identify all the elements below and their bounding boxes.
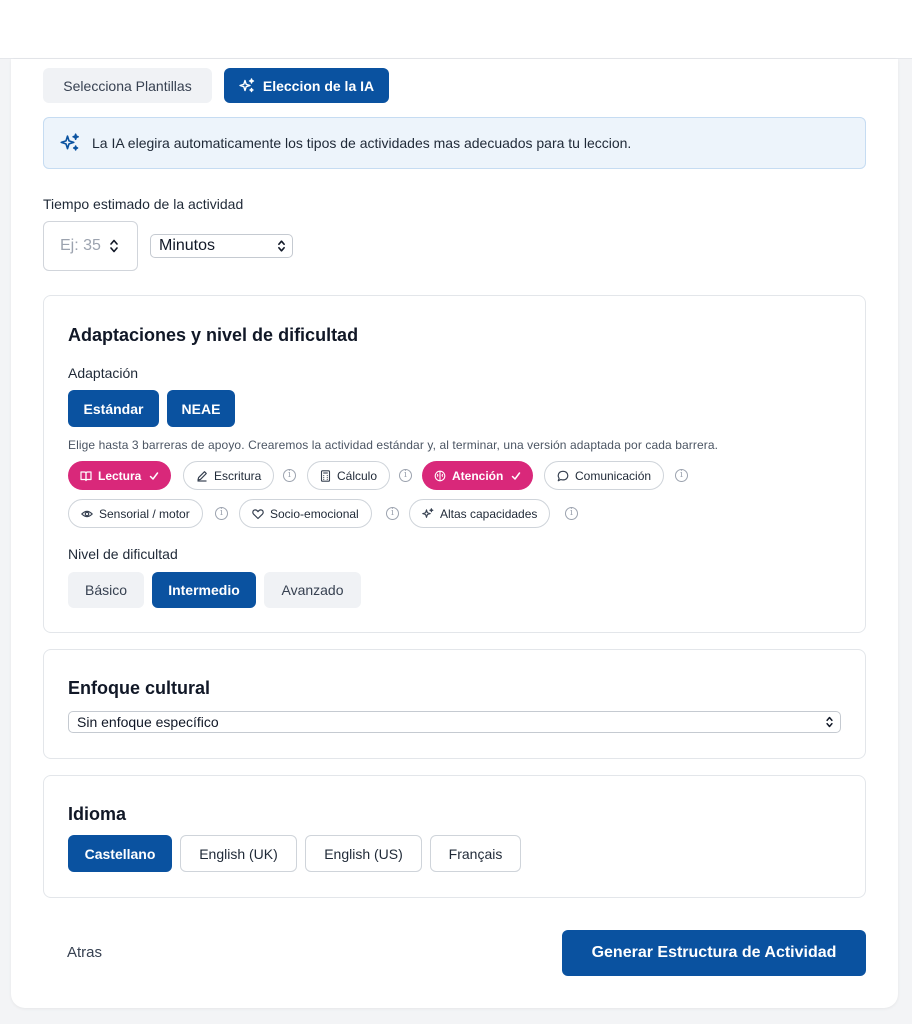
barrier-label: Comunicación [575,468,652,483]
difficulty-basic-button[interactable]: Básico [68,572,144,608]
back-link[interactable]: Atras [67,944,102,961]
language-english-us-button[interactable]: English (US) [305,835,422,872]
barrier-chip-atencion[interactable]: Atención [422,461,534,490]
barrier-chip-socio-emocional[interactable]: Socio-emocional [239,499,372,528]
heart-icon [252,508,264,519]
barrier-chip-sensorial-motor[interactable]: Sensorial / motor [68,499,203,528]
brain-icon [434,470,446,481]
barrier-label: Lectura [98,468,142,483]
sparkles-icon [239,77,255,92]
ai-choice-tab[interactable]: Eleccion de la IA [224,68,389,103]
difficulty-label: Nivel de dificultad [68,546,178,562]
time-label: Tiempo estimado de la actividad [43,196,244,212]
info-icon[interactable]: i [283,469,296,482]
pencil-icon [197,470,207,482]
info-icon[interactable]: i [386,507,399,520]
language-francais-button[interactable]: Français [430,835,521,872]
adaptation-neae-button[interactable]: NEAE [167,390,235,427]
barrier-chip-comunicacion[interactable]: Comunicación [544,461,665,490]
culture-select[interactable]: Sin enfoque específico [68,711,841,733]
culture-title: Enfoque cultural [68,678,211,698]
barrier-label: Socio-emocional [270,506,359,521]
culture-card: Enfoque cultural [43,649,866,759]
info-icon[interactable]: i [565,507,578,520]
select-chevron-icon [826,716,833,728]
adaptation-standard-button[interactable]: Estándar [68,390,159,427]
barrier-chip-escritura[interactable]: Escritura [183,461,275,490]
info-icon[interactable]: i [399,469,412,482]
language-title: Idioma [68,804,127,824]
ai-banner-text: La IA elegira automaticamente los tipos … [92,135,632,151]
barrier-label: Sensorial / motor [99,506,190,521]
difficulty-intermediate-button[interactable]: Intermedio [152,572,256,608]
adaptations-title: Adaptaciones y nivel de dificultad [68,325,359,345]
barrier-chip-altas-capacidades[interactable]: Altas capacidades [409,499,551,528]
barrier-label: Altas capacidades [440,506,538,521]
time-input[interactable]: Ej: 35 [43,221,138,271]
difficulty-advanced-button[interactable]: Avanzado [264,572,361,608]
chat-bubble-icon [557,470,569,481]
barrier-label: Atención [452,468,504,483]
language-english-uk-button[interactable]: English (UK) [180,835,297,872]
culture-value: Sin enfoque específico [77,714,219,730]
barrier-label: Cálculo [337,468,378,483]
book-icon [80,470,92,481]
select-templates-tab[interactable]: Selecciona Plantillas [43,68,212,103]
check-icon [512,471,521,480]
language-castellano-button[interactable]: Castellano [68,835,172,872]
stepper-icon [110,239,118,253]
barrier-label: Escritura [214,468,262,483]
sparkles-icon [60,133,79,151]
info-icon[interactable]: i [215,507,228,520]
time-unit-select[interactable]: Minutos [150,234,293,258]
eye-icon [81,510,93,517]
select-chevron-icon [278,240,285,252]
adaptation-label: Adaptación [68,365,139,381]
top-bar [0,0,912,59]
calculator-icon [320,469,331,482]
check-icon [150,471,159,480]
ai-choice-label: Eleccion de la IA [262,77,375,94]
barriers-hint: Elige hasta 3 barreras de apoyo. Crearem… [68,438,719,452]
time-placeholder: Ej: 35 [60,237,101,254]
time-unit-value: Minutos [159,237,216,254]
barrier-chip-calculo[interactable]: Cálculo [307,461,391,490]
sparkles-icon [422,507,434,518]
barrier-chip-lectura[interactable]: Lectura [68,461,172,490]
ai-info-banner: La IA elegira automaticamente los tipos … [43,117,866,169]
generate-structure-button[interactable]: Generar Estructura de Actividad [562,930,866,976]
info-icon[interactable]: i [675,469,688,482]
